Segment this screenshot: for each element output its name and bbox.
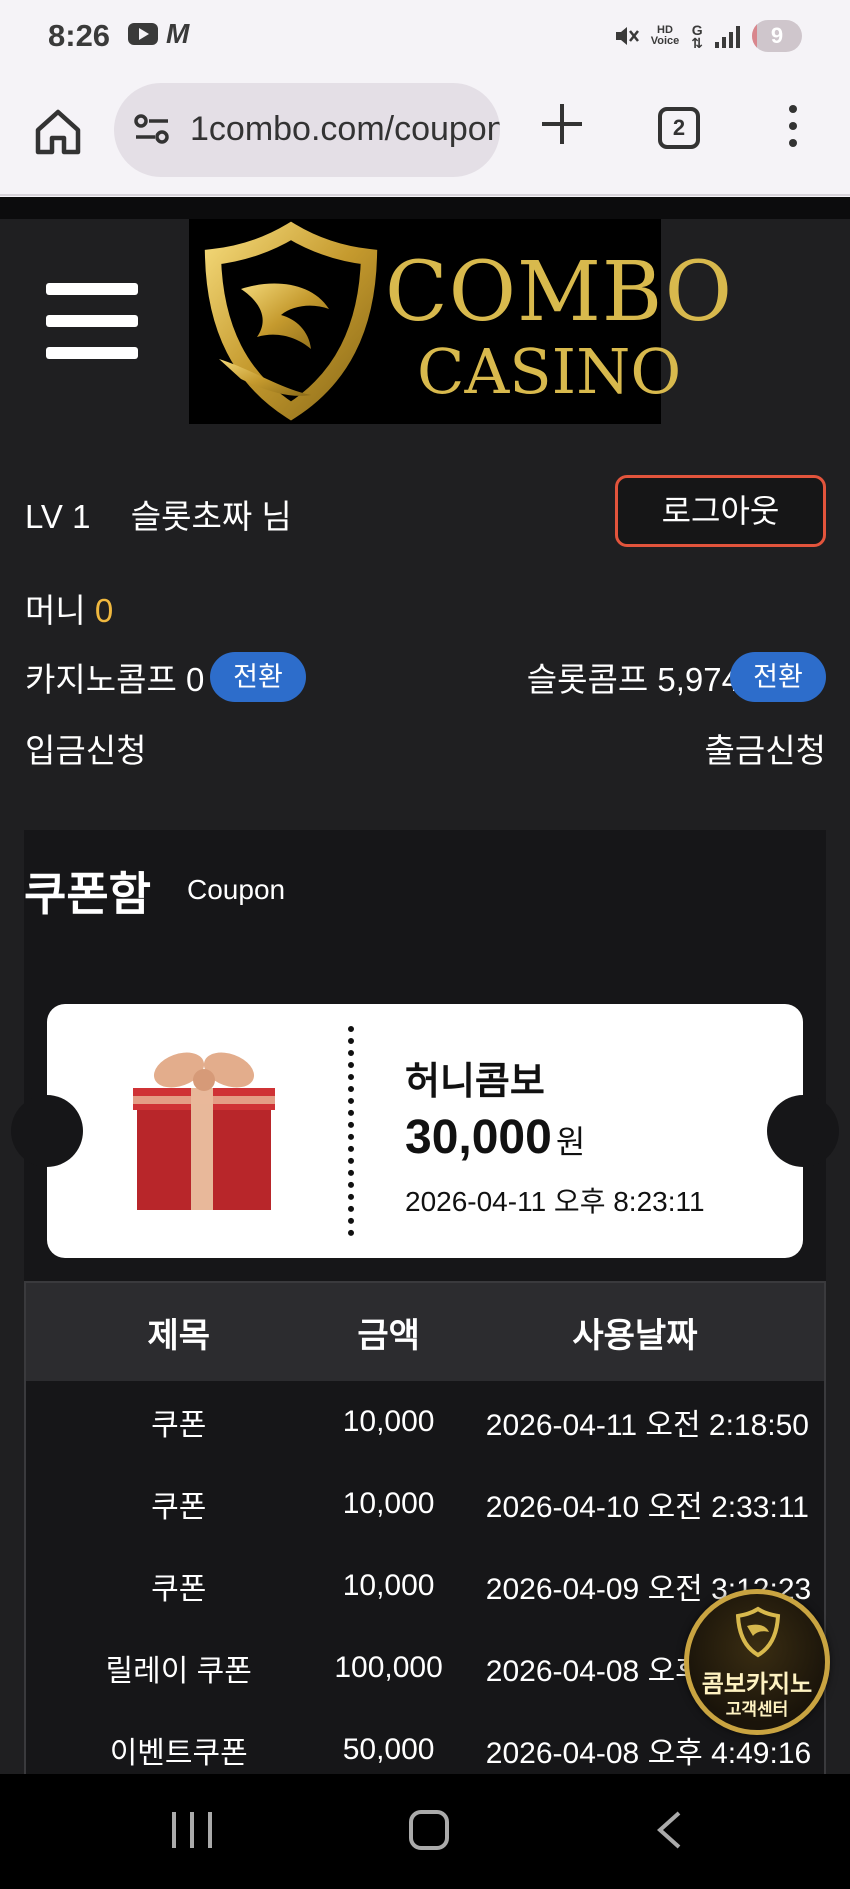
browser-toolbar: 1combo.com/coupon 2	[0, 78, 850, 196]
status-time: 8:26	[48, 18, 111, 53]
hd-voice-icon: HD Voice	[651, 25, 680, 47]
logo-text-casino: CASINO	[417, 335, 682, 408]
row-amount: 10,000	[342, 1405, 435, 1438]
table-row: 쿠폰 10,000 2026-04-11 오전 2:18:50	[26, 1381, 824, 1463]
ticket-notch-right	[767, 1095, 839, 1167]
row-amount: 10,000	[342, 1487, 435, 1520]
column-header-amount: 금액	[357, 1316, 420, 1355]
ticket-amount: 30,000	[405, 1111, 552, 1164]
row-date: 2026-04-11 오전 2:18:50	[485, 1409, 809, 1442]
deposit-request-link[interactable]: 입금신청	[25, 724, 146, 772]
row-date: 2026-04-10 오전 2:33:11	[485, 1491, 809, 1524]
row-amount: 50,000	[342, 1733, 435, 1766]
battery-indicator: 9	[752, 20, 802, 52]
slot-comp-convert-button[interactable]: 전환	[730, 652, 826, 702]
row-amount: 10,000	[342, 1569, 435, 1602]
user-name: 슬롯초짜 님	[130, 498, 292, 535]
column-header-title: 제목	[147, 1316, 211, 1355]
money-value: 0	[94, 592, 114, 629]
status-left-icons: M	[128, 18, 190, 49]
customer-center-button[interactable]: 콤보카지노 고객센터	[684, 1589, 830, 1735]
tab-switcher-icon[interactable]: 2	[658, 107, 700, 149]
shield-logo-icon	[204, 221, 378, 421]
row-title: 쿠폰	[151, 1491, 207, 1524]
customer-center-line2: 고객센터	[725, 1700, 789, 1719]
row-date: 2026-04-08 오후 4:49:16	[485, 1737, 812, 1770]
ticket-amount-row: 30,000 원	[405, 1110, 585, 1165]
row-title: 쿠폰	[151, 1573, 207, 1606]
status-right-icons: HD Voice G ⇅ 9	[613, 20, 802, 52]
table-row: 쿠폰 10,000 2026-04-10 오전 2:33:11	[26, 1463, 824, 1545]
row-title: 릴레이 쿠폰	[105, 1655, 252, 1688]
ticket-name: 허니콤보	[405, 1061, 545, 1103]
mute-icon	[615, 27, 639, 45]
hd-voice-bottom: Voice	[650, 35, 680, 47]
shield-icon	[735, 1606, 781, 1658]
row-title: 쿠폰	[151, 1409, 207, 1442]
address-bar[interactable]: 1combo.com/coupon	[114, 83, 500, 177]
combo-casino-logo[interactable]: COMBO CASINO	[189, 219, 732, 424]
customer-center-line1: 콤보카지노	[701, 1671, 813, 1698]
money-label: 머니	[25, 592, 86, 629]
m-icon: M	[166, 18, 190, 49]
home-icon[interactable]	[32, 106, 84, 158]
row-amount: 100,000	[334, 1651, 443, 1684]
money-row: 머니 0	[25, 584, 113, 632]
url-text: 1combo.com/coupon	[190, 110, 500, 148]
battery-level: 9	[770, 23, 784, 48]
coupon-subtitle: Coupon	[187, 874, 286, 905]
youtube-icon	[128, 23, 158, 45]
ticket-unit: 원	[555, 1124, 586, 1160]
ticket-notch-left	[11, 1095, 83, 1167]
back-icon[interactable]	[655, 1810, 683, 1850]
casino-comp-convert-button[interactable]: 전환	[210, 652, 306, 702]
user-info: LV 1 슬롯초짜 님	[25, 490, 292, 538]
column-header-date: 사용날짜	[572, 1316, 698, 1355]
coupon-title: 쿠폰함	[24, 868, 151, 920]
withdraw-request-link[interactable]: 출금신청	[705, 724, 826, 772]
signal-icon	[715, 24, 740, 48]
logo-text-combo: COMBO	[385, 245, 733, 340]
site-content: COMBO CASINO LV 1 슬롯초짜 님 로그아웃 머니 0 카지노콤프…	[0, 197, 850, 1774]
casino-comp-label: 카지노콤프 0	[25, 661, 205, 698]
top-strip	[0, 197, 850, 219]
coupon-ticket[interactable]: 허니콤보 30,000 원 2026-04-11 오후 8:23:11	[11, 1004, 839, 1258]
system-nav-bar	[0, 1774, 850, 1889]
ticket-date: 2026-04-11 오후 8:23:11	[405, 1186, 705, 1217]
data-icon: G ⇅	[691, 22, 703, 51]
recent-apps-icon[interactable]	[172, 1812, 212, 1848]
menu-icon[interactable]	[46, 283, 138, 359]
site-settings-icon[interactable]	[134, 113, 170, 145]
home-button-icon[interactable]	[409, 1810, 449, 1850]
slot-comp-label: 슬롯콤프 5,974	[526, 661, 740, 698]
more-icon[interactable]	[786, 102, 800, 152]
ticket-divider	[348, 1026, 354, 1236]
new-tab-icon[interactable]	[540, 102, 584, 146]
table-header-row: 제목 금액 사용날짜	[26, 1283, 824, 1381]
gift-box-icon	[133, 1052, 275, 1210]
user-level: LV 1	[25, 498, 91, 535]
battery-fill	[752, 20, 757, 52]
row-title: 이벤트쿠폰	[109, 1737, 248, 1770]
status-bar: 8:26 M HD Voice G ⇅ 9	[0, 0, 850, 78]
logout-button[interactable]: 로그아웃	[615, 475, 826, 547]
